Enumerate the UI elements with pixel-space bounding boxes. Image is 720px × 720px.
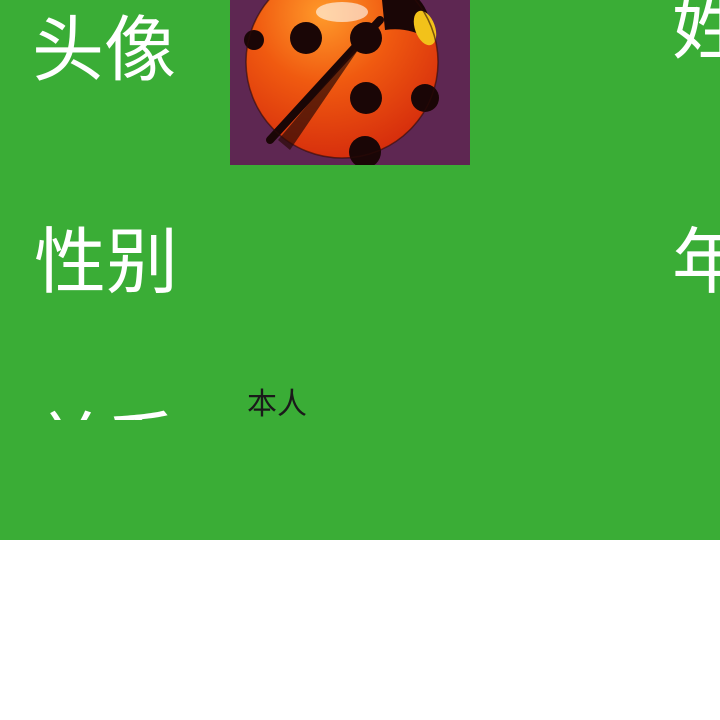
avatar[interactable] (230, 0, 470, 165)
blank-area (0, 540, 720, 720)
gender-label: 性别 (34, 220, 179, 304)
relation-label: 关系 (34, 410, 178, 420)
ladybug-icon (244, 0, 439, 165)
name-label: 姓 (672, 0, 720, 70)
avatar-label: 头像 (32, 8, 177, 92)
profile-panel: 头像 姓 性别 年 本人 (0, 0, 720, 540)
relation-row: 关系 (0, 360, 720, 420)
age-label: 年 (672, 220, 720, 304)
relation-value[interactable]: 本人 (247, 390, 307, 420)
